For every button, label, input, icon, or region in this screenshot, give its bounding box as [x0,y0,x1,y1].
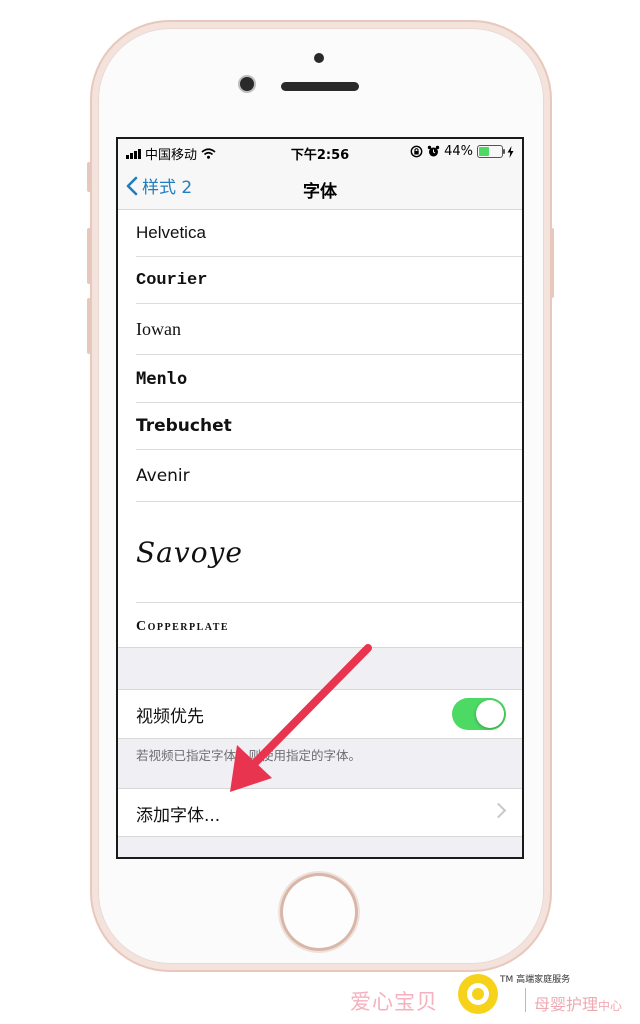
power-button [550,228,554,298]
add-font-row[interactable]: 添加字体... [118,788,522,837]
font-row-avenir[interactable]: Avenir [136,450,522,502]
toggle-knob [476,700,504,728]
watermark-brand: 爱心宝贝 [350,990,438,1014]
battery-fill [479,147,489,156]
watermark-service: 母婴护理中心 [534,991,622,1015]
font-label: Trebuchet [136,416,232,436]
font-row-courier[interactable]: Courier [136,257,522,304]
video-preference-footnote: 若视频已指定字体，则使用指定的字体。 [136,748,362,763]
font-row-helvetica[interactable]: Helvetica [136,210,522,257]
font-label: Savoye [136,535,243,569]
font-row-trebuchet[interactable]: Trebuchet [136,403,522,450]
font-label: Menlo [136,368,188,389]
font-label: Helvetica [136,223,206,242]
video-preference-row: 视频优先 [118,689,522,739]
silent-switch [87,162,91,192]
video-preference-toggle[interactable] [452,698,506,730]
watermark-tagline: TM 高端家庭服务 [500,975,571,985]
font-row-menlo[interactable]: Menlo [136,355,522,403]
status-bar: 中国移动 下午2:56 44% [118,139,522,165]
navigation-bar: 样式 2 字体 [118,165,522,210]
alarm-icon [427,145,440,157]
battery-percent: 44% [444,144,473,159]
volume-up-button [87,228,91,284]
charging-icon [507,145,514,158]
add-font-label: 添加字体... [136,806,221,826]
font-label: Avenir [136,465,190,486]
video-preference-label: 视频优先 [136,707,204,727]
chevron-right-icon [490,802,507,819]
watermark-service-small: 中心 [598,999,623,1013]
home-button[interactable] [283,876,355,948]
font-row-copperplate[interactable]: Copperplate [136,603,522,650]
font-label: Copperplate [136,618,230,634]
watermark: 爱心宝贝 TM 高端家庭服务 母婴护理中心 [350,968,640,1024]
page-title: 字体 [303,182,337,202]
font-label: Courier [136,270,208,290]
front-camera [240,77,254,91]
watermark-service-main: 母婴护理 [534,995,599,1014]
battery-icon [477,145,505,158]
section-gap [118,647,522,690]
proximity-sensor [314,53,324,63]
screen: 中国移动 下午2:56 44% 样式 2 字体 Helvetica Courie… [116,137,524,859]
volume-down-button [87,298,91,354]
font-label: Iowan [136,318,181,339]
font-list: Helvetica Courier Iowan Menlo Trebuchet … [118,210,522,650]
sun-logo-icon [458,974,498,1014]
earpiece-speaker [281,82,359,91]
watermark-divider [525,988,526,1012]
font-row-iowan[interactable]: Iowan [136,304,522,355]
rotation-lock-icon [410,145,423,158]
font-row-savoye[interactable]: Savoye [136,502,522,603]
